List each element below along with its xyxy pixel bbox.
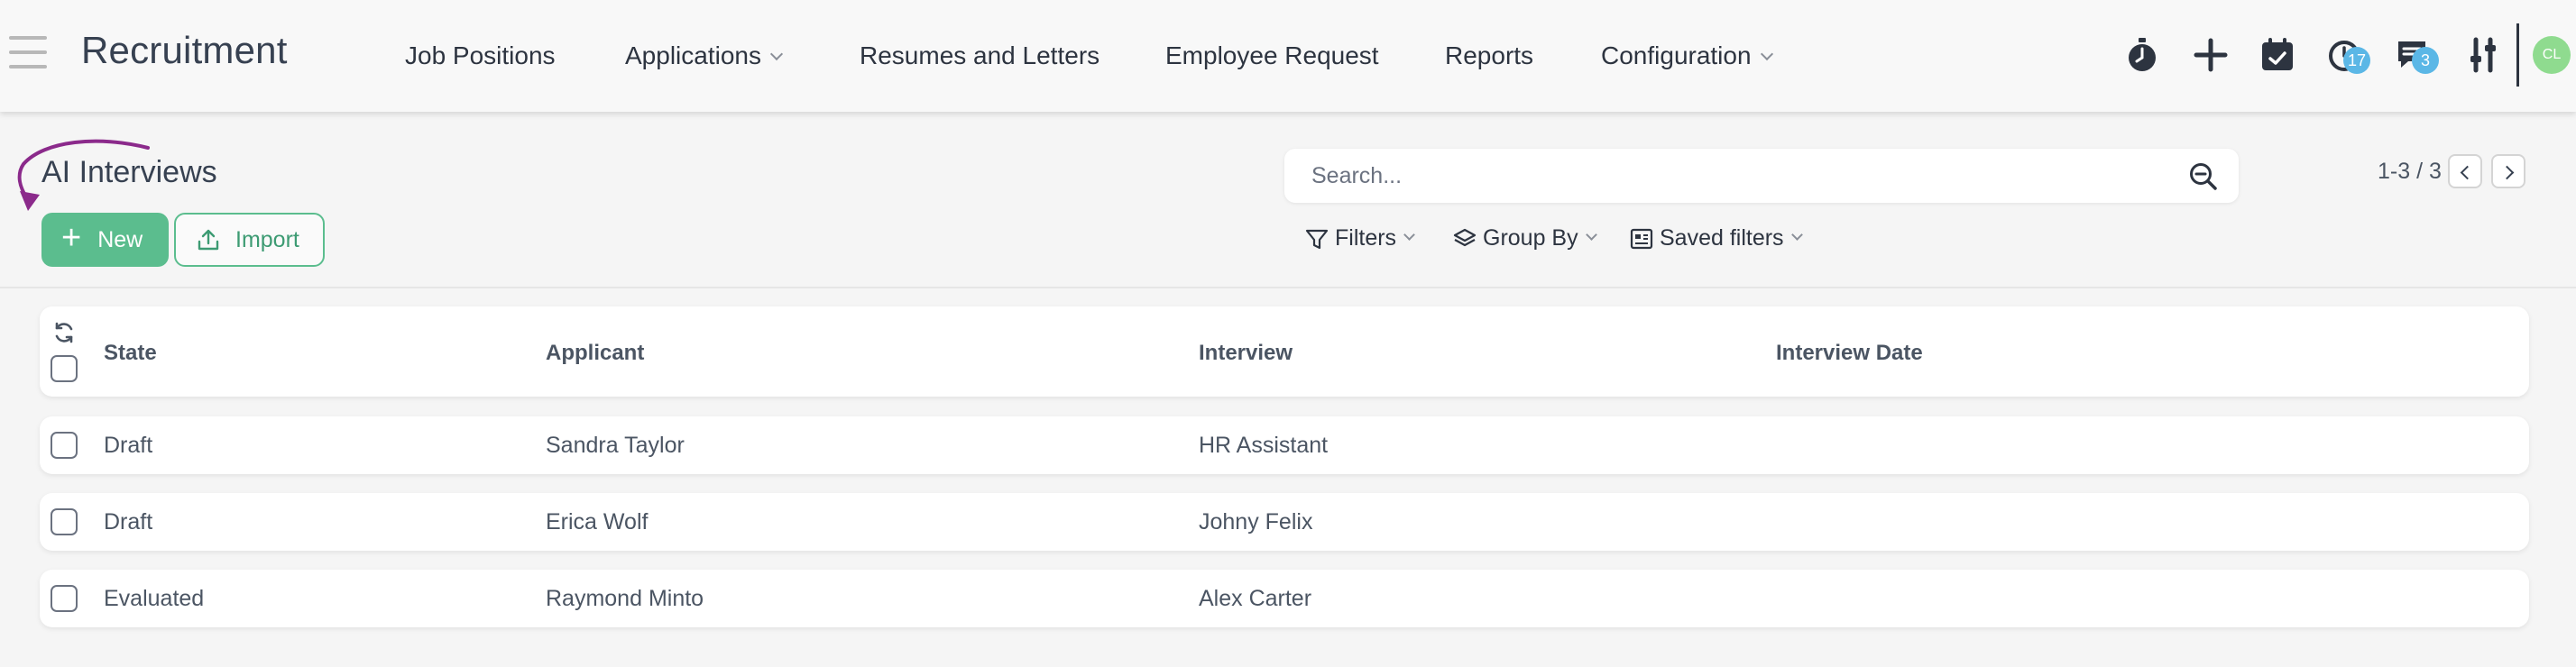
- avatar[interactable]: CL: [2533, 36, 2571, 74]
- chevron-down-icon: [769, 47, 784, 61]
- nav-resumes-label: Resumes and Letters: [860, 41, 1100, 69]
- cell-applicant: Raymond Minto: [546, 586, 704, 611]
- pager-value[interactable]: 1-3 / 3: [2378, 159, 2442, 185]
- nav-applications[interactable]: Applications: [625, 41, 784, 70]
- nav-job-positions[interactable]: Job Positions: [405, 41, 556, 70]
- cell-applicant: Sandra Taylor: [546, 433, 685, 458]
- search-input[interactable]: [1284, 149, 2150, 203]
- row-checkbox[interactable]: [51, 585, 78, 612]
- row-checkbox[interactable]: [51, 508, 78, 535]
- calendar-check-icon[interactable]: [2257, 34, 2298, 76]
- import-button[interactable]: Import: [174, 213, 325, 267]
- column-header-interview-date[interactable]: Interview Date: [1776, 341, 1923, 366]
- saved-filters-label: Saved filters: [1660, 225, 1784, 251]
- filter-icon: [1305, 229, 1329, 249]
- nav-employee-request[interactable]: Employee Request: [1165, 41, 1379, 70]
- table-row[interactable]: Draft Erica Wolf Johny Felix: [40, 493, 2529, 551]
- nav-reports-label: Reports: [1445, 41, 1534, 69]
- chevron-down-icon: [1790, 229, 1803, 241]
- chevron-right-icon: [2499, 165, 2515, 180]
- nav-resumes-and-letters[interactable]: Resumes and Letters: [860, 41, 1099, 70]
- hamburger-menu-icon[interactable]: [9, 34, 47, 70]
- cell-state: Draft: [104, 433, 153, 458]
- filters-label: Filters: [1335, 225, 1397, 251]
- nav-configuration-label: Configuration: [1601, 41, 1752, 69]
- pager-previous-button[interactable]: [2448, 154, 2482, 188]
- cell-state: Draft: [104, 509, 153, 535]
- messages-badge: 3: [2412, 47, 2439, 74]
- chevron-left-icon: [2460, 165, 2475, 180]
- systray-divider: [2516, 23, 2519, 87]
- saved-filters-dropdown[interactable]: Saved filters: [1629, 225, 1803, 251]
- plus-icon[interactable]: [2190, 34, 2231, 76]
- column-header-state[interactable]: State: [104, 341, 157, 366]
- activity-badge: 17: [2343, 47, 2371, 74]
- row-checkbox[interactable]: [51, 432, 78, 459]
- upload-icon: [198, 229, 219, 251]
- control-panel-divider: [0, 287, 2576, 288]
- import-button-label: Import: [235, 226, 299, 252]
- table-row[interactable]: Draft Sandra Taylor HR Assistant: [40, 416, 2529, 474]
- nav-employee-request-label: Employee Request: [1165, 41, 1379, 69]
- top-navbar: Recruitment Job Positions Applications R…: [0, 0, 2576, 112]
- refresh-icon[interactable]: [52, 321, 76, 344]
- nav-reports[interactable]: Reports: [1445, 41, 1533, 70]
- plus-icon: +: [61, 219, 82, 257]
- nav-configuration[interactable]: Configuration: [1601, 41, 1773, 70]
- cell-interview: HR Assistant: [1199, 433, 1329, 458]
- group-by-dropdown[interactable]: Group By: [1452, 225, 1597, 251]
- search-bar: [1284, 149, 2239, 203]
- chevron-down-icon: [1403, 229, 1415, 241]
- chevron-down-icon: [1585, 229, 1597, 241]
- cell-interview: Alex Carter: [1199, 586, 1312, 611]
- stopwatch-icon[interactable]: [2121, 34, 2163, 76]
- nav-applications-label: Applications: [625, 41, 761, 69]
- chevron-down-icon: [1760, 47, 1773, 61]
- table-row[interactable]: Evaluated Raymond Minto Alex Carter: [40, 570, 2529, 627]
- nav-job-positions-label: Job Positions: [405, 41, 556, 69]
- layers-icon: [1453, 228, 1477, 246]
- activity-clock-icon[interactable]: 17: [2325, 34, 2371, 76]
- settings-sliders-icon[interactable]: [2462, 34, 2504, 76]
- filters-dropdown[interactable]: Filters: [1304, 225, 1415, 251]
- search-remove-icon[interactable]: [2188, 161, 2219, 192]
- new-button[interactable]: + New: [41, 213, 169, 267]
- column-header-applicant[interactable]: Applicant: [546, 341, 644, 366]
- saved-filters-icon: [1630, 228, 1653, 249]
- cell-state: Evaluated: [104, 586, 205, 611]
- table-header: State Applicant Interview Interview Date: [40, 306, 2529, 397]
- app-title[interactable]: Recruitment: [81, 29, 288, 72]
- cell-applicant: Erica Wolf: [546, 509, 649, 535]
- select-all-checkbox[interactable]: [51, 355, 78, 382]
- page-title: AI Interviews: [41, 155, 217, 189]
- new-button-label: New: [97, 226, 143, 252]
- cell-interview: Johny Felix: [1199, 509, 1313, 535]
- group-by-label: Group By: [1483, 225, 1578, 251]
- pager-next-button[interactable]: [2491, 154, 2525, 188]
- column-header-interview[interactable]: Interview: [1199, 341, 1293, 366]
- messages-icon[interactable]: 3: [2394, 34, 2439, 76]
